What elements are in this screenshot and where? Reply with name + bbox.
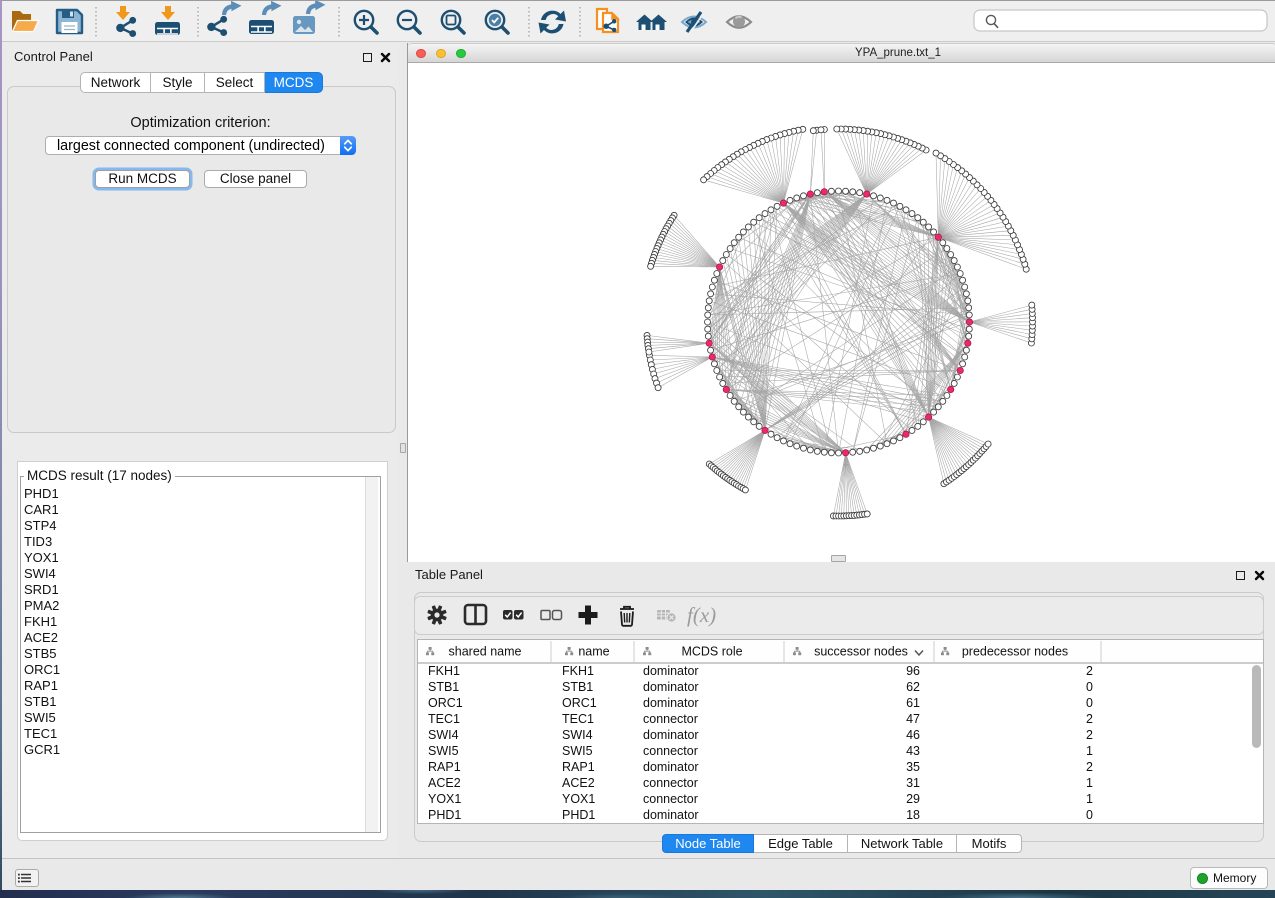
svg-text:dominator: dominator <box>643 664 699 678</box>
svg-text:29: 29 <box>906 792 920 806</box>
svg-text:ORC1: ORC1 <box>428 696 463 710</box>
svg-text:shared name: shared name <box>449 645 522 659</box>
svg-text:connector: connector <box>643 776 698 790</box>
svg-text:TEC1: TEC1 <box>562 712 594 726</box>
svg-text:PHD1: PHD1 <box>428 808 461 822</box>
svg-text:STB1: STB1 <box>428 680 459 694</box>
svg-text:MCDS role: MCDS role <box>681 645 742 659</box>
svg-text:dominator: dominator <box>643 680 699 694</box>
svg-text:SWI4: SWI4 <box>428 728 459 742</box>
svg-text:dominator: dominator <box>643 696 699 710</box>
svg-text:name: name <box>578 645 609 659</box>
svg-text:dominator: dominator <box>643 760 699 774</box>
svg-text:ACE2: ACE2 <box>428 776 461 790</box>
svg-text:connector: connector <box>643 744 698 758</box>
svg-text:43: 43 <box>906 744 920 758</box>
svg-text:connector: connector <box>643 792 698 806</box>
svg-text:PHD1: PHD1 <box>562 808 595 822</box>
svg-text:96: 96 <box>906 664 920 678</box>
svg-text:RAP1: RAP1 <box>428 760 461 774</box>
svg-text:1: 1 <box>1086 792 1093 806</box>
svg-text:YOX1: YOX1 <box>562 792 595 806</box>
svg-text:SWI5: SWI5 <box>562 744 593 758</box>
svg-text:2: 2 <box>1086 728 1093 742</box>
svg-text:31: 31 <box>906 776 920 790</box>
svg-text:61: 61 <box>906 696 920 710</box>
svg-text:YOX1: YOX1 <box>428 792 461 806</box>
svg-text:connector: connector <box>643 712 698 726</box>
svg-text:62: 62 <box>906 680 920 694</box>
svg-text:46: 46 <box>906 728 920 742</box>
svg-text:dominator: dominator <box>643 728 699 742</box>
svg-text:SWI5: SWI5 <box>428 744 459 758</box>
svg-text:STB1: STB1 <box>562 680 593 694</box>
svg-text:ACE2: ACE2 <box>562 776 595 790</box>
svg-text:0: 0 <box>1086 808 1093 822</box>
svg-text:predecessor nodes: predecessor nodes <box>962 645 1068 659</box>
svg-text:2: 2 <box>1086 712 1093 726</box>
svg-text:18: 18 <box>906 808 920 822</box>
svg-text:FKH1: FKH1 <box>428 664 460 678</box>
svg-text:47: 47 <box>906 712 920 726</box>
svg-text:RAP1: RAP1 <box>562 760 595 774</box>
svg-text:1: 1 <box>1086 776 1093 790</box>
svg-text:0: 0 <box>1086 696 1093 710</box>
svg-text:ORC1: ORC1 <box>562 696 597 710</box>
svg-text:successor nodes: successor nodes <box>814 645 908 659</box>
svg-text:FKH1: FKH1 <box>562 664 594 678</box>
svg-text:2: 2 <box>1086 664 1093 678</box>
svg-text:f(x): f(x) <box>687 603 716 627</box>
svg-text:0: 0 <box>1086 680 1093 694</box>
svg-text:1: 1 <box>1086 744 1093 758</box>
svg-text:2: 2 <box>1086 760 1093 774</box>
svg-text:dominator: dominator <box>643 808 699 822</box>
svg-text:SWI4: SWI4 <box>562 728 593 742</box>
svg-text:35: 35 <box>906 760 920 774</box>
svg-text:TEC1: TEC1 <box>428 712 460 726</box>
